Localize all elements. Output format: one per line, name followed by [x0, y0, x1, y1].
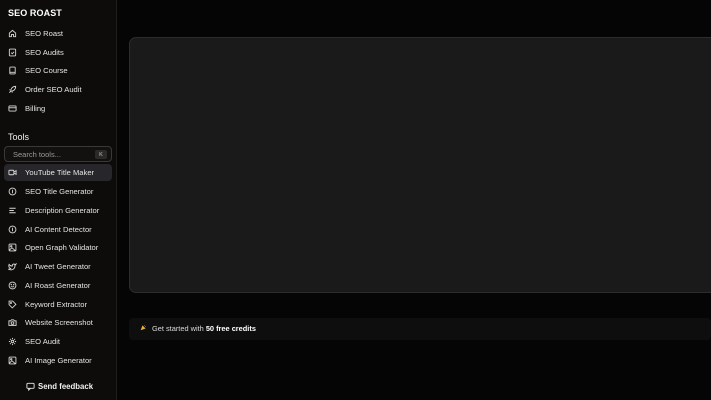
- text-lines-icon: [8, 206, 17, 215]
- tools-section-title: Tools: [8, 132, 30, 142]
- image-icon: [8, 243, 17, 252]
- tool-item-label: Keyword Extractor: [25, 300, 88, 309]
- tool-item-label: AI Roast Generator: [25, 281, 91, 290]
- nav-item-order-seo-audit[interactable]: Order SEO Audit: [4, 81, 112, 98]
- free-credits-highlight: 50 free credits: [205, 324, 256, 333]
- smile-icon: [8, 281, 17, 290]
- send-feedback-label: Send feedback: [38, 381, 94, 391]
- gear-icon: [8, 337, 17, 346]
- top-bar: [118, 0, 711, 37]
- party-popper-icon: [140, 324, 147, 333]
- tool-item-label: YouTube Title Maker: [25, 168, 95, 177]
- tool-item-ai-tweet-generator[interactable]: AI Tweet Generator: [4, 258, 112, 275]
- nav-item-label: Billing: [25, 104, 46, 113]
- nav-item-label: SEO Audits: [25, 48, 64, 57]
- nav-item-label: SEO Roast: [25, 29, 63, 38]
- video-icon: [8, 168, 17, 177]
- book-icon: [8, 66, 17, 75]
- tool-item-label: Description Generator: [25, 206, 100, 215]
- free-credits-text: Get started with 50 free credits: [152, 324, 256, 333]
- tool-search-input[interactable]: [13, 149, 93, 160]
- rocket-icon: [8, 85, 17, 94]
- image-icon: [8, 356, 17, 365]
- tool-item-ai-roast-generator[interactable]: AI Roast Generator: [4, 277, 112, 294]
- tool-item-open-graph-validator[interactable]: Open Graph Validator: [4, 239, 112, 256]
- tool-item-label: Website Screenshot: [25, 318, 93, 327]
- nav-item-seo-course[interactable]: SEO Course: [4, 62, 112, 79]
- tool-item-keyword-extractor[interactable]: Keyword Extractor: [4, 296, 112, 313]
- tool-item-seo-title-generator[interactable]: SEO Title Generator: [4, 183, 112, 200]
- tool-item-website-screenshot[interactable]: Website Screenshot: [4, 314, 112, 331]
- tool-item-ai-content-detector[interactable]: AI Content Detector: [4, 221, 112, 238]
- twitter-icon: [8, 262, 17, 271]
- send-feedback-button[interactable]: Send feedback: [26, 380, 93, 392]
- nav-item-seo-audits[interactable]: SEO Audits: [4, 44, 112, 61]
- sidebar: SEO ROAST SEO Roast SEO Audits SEO Cours…: [0, 0, 117, 400]
- chat-bubble-icon: [26, 382, 35, 391]
- tool-item-label: AI Content Detector: [25, 225, 92, 234]
- tool-item-label: Open Graph Validator: [25, 243, 99, 252]
- tool-item-description-generator[interactable]: Description Generator: [4, 202, 112, 219]
- tool-item-label: AI Tweet Generator: [25, 262, 91, 271]
- tool-item-label: SEO Title Generator: [25, 187, 94, 196]
- camera-icon: [8, 318, 17, 327]
- tool-item-youtube-title-maker[interactable]: YouTube Title Maker: [4, 164, 112, 181]
- home-icon: [8, 29, 17, 38]
- main-content-panel: [129, 37, 711, 293]
- brand-logo-text[interactable]: SEO ROAST: [8, 8, 62, 18]
- info-circle-icon: [8, 225, 17, 234]
- nav-item-seo-roast[interactable]: SEO Roast: [4, 25, 112, 42]
- nav-item-label: Order SEO Audit: [25, 85, 82, 94]
- tool-item-label: SEO Audit: [25, 337, 61, 346]
- tool-item-label: AI Image Generator: [25, 356, 92, 365]
- info-circle-icon: [8, 187, 17, 196]
- nav-item-label: SEO Course: [25, 66, 68, 75]
- tool-search[interactable]: K: [4, 146, 112, 162]
- document-check-icon: [8, 48, 17, 57]
- tag-icon: [8, 300, 17, 309]
- nav-item-billing[interactable]: Billing: [4, 100, 112, 117]
- tool-item-seo-audit[interactable]: SEO Audit: [4, 333, 112, 350]
- keyboard-shortcut-badge: K: [95, 150, 107, 159]
- tool-item-ai-image-generator[interactable]: AI Image Generator: [4, 352, 112, 369]
- free-credits-banner[interactable]: Get started with 50 free credits: [129, 318, 711, 340]
- credit-card-icon: [8, 104, 17, 113]
